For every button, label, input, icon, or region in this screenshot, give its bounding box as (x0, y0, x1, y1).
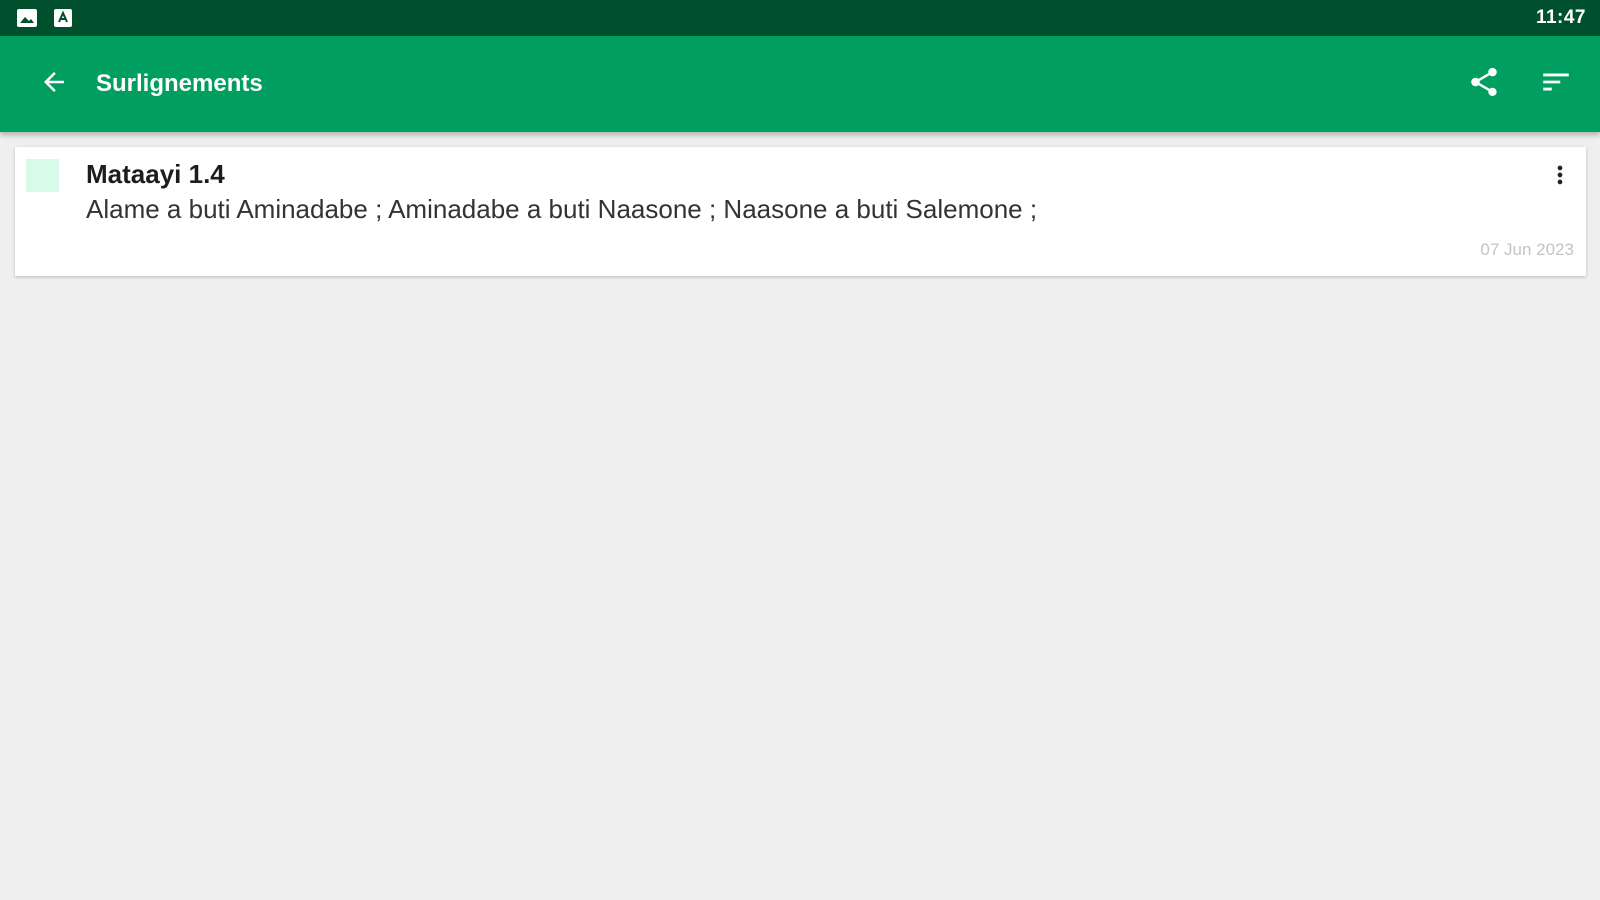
highlight-date: 07 Jun 2023 (1480, 240, 1574, 259)
verse-text: Alame a buti Aminadabe ; Aminadabe a but… (86, 194, 1038, 224)
app-bar: Surlignements (0, 36, 1600, 132)
back-button[interactable] (26, 56, 82, 112)
sort-icon (1539, 65, 1573, 104)
share-button[interactable] (1456, 56, 1512, 112)
highlight-color-swatch (26, 159, 59, 192)
more-vert-icon (1546, 161, 1574, 194)
card-menu-button[interactable] (1540, 157, 1580, 197)
image-icon (16, 7, 38, 29)
clock: 11:47 (1535, 7, 1586, 28)
app-notification-icon (52, 7, 74, 29)
app-bar-actions (1440, 56, 1584, 112)
sort-button[interactable] (1528, 56, 1584, 112)
highlights-list: Mataayi 1.4 Alame a buti Aminadabe ; Ami… (0, 132, 1600, 900)
page-title: Surlignements (96, 70, 263, 97)
status-bar: 11:47 (0, 0, 1600, 36)
share-icon (1467, 65, 1501, 104)
verse-reference: Mataayi 1.4 (86, 159, 225, 189)
highlight-card[interactable]: Mataayi 1.4 Alame a buti Aminadabe ; Ami… (15, 147, 1586, 276)
arrow-back-icon (39, 67, 69, 102)
